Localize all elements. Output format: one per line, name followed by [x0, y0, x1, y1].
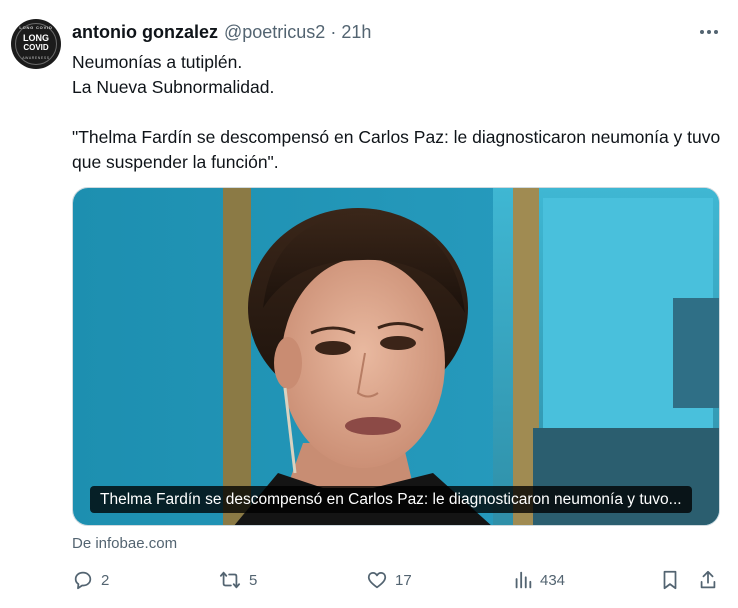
link-card[interactable]: Thelma Fardín se descompensó en Carlos P… [72, 187, 720, 526]
avatar-text-covid: COVID [23, 43, 49, 52]
avatar[interactable]: LONG COVID LONG COVID AWARENESS [11, 19, 61, 69]
retweet-count: 5 [249, 571, 258, 589]
tweet-text-line [72, 100, 722, 125]
link-source[interactable]: De infobae.com [72, 535, 177, 553]
tweet-header: antonio gonzalez @poetricus2 · 21h [72, 21, 371, 43]
ellipsis-icon [700, 30, 718, 34]
share-icon [700, 570, 716, 589]
tweet: LONG COVID LONG COVID AWARENESS antonio … [0, 0, 738, 608]
bookmark-button[interactable] [660, 566, 680, 594]
like-button[interactable]: 17 [366, 566, 412, 594]
like-count: 17 [395, 571, 412, 589]
views-icon [515, 571, 532, 589]
timestamp[interactable]: 21h [341, 21, 371, 43]
views-button[interactable]: 434 [513, 566, 565, 594]
share-button[interactable] [698, 566, 718, 594]
reply-button[interactable]: 2 [72, 566, 109, 594]
display-name[interactable]: antonio gonzalez [72, 21, 218, 43]
views-count: 434 [540, 571, 566, 589]
avatar-arc-top: LONG COVID [19, 25, 53, 30]
tweet-text-line: Neumonías a tutiplén. [72, 52, 243, 72]
reply-count: 2 [101, 571, 110, 589]
retweet-icon [219, 571, 241, 589]
action-bar: 2 5 17 434 [72, 566, 722, 594]
card-caption: Thelma Fardín se descompensó en Carlos P… [90, 486, 692, 513]
avatar-arc-bottom: AWARENESS [22, 56, 50, 60]
heart-icon [367, 571, 387, 589]
avatar-text-long: LONG [23, 33, 49, 43]
separator-dot: · [330, 22, 337, 42]
retweet-button[interactable]: 5 [218, 566, 257, 594]
more-options-button[interactable] [694, 22, 724, 42]
reply-icon [74, 571, 92, 590]
tweet-text: Neumonías a tutiplén. La Nueva Subnormal… [72, 50, 722, 175]
tweet-text-line: La Nueva Subnormalidad. [72, 77, 275, 97]
card-image [73, 188, 719, 525]
bookmark-icon [663, 570, 677, 590]
tweet-text-line: "Thelma Fardín se descompensó en Carlos … [72, 127, 721, 172]
user-handle[interactable]: @poetricus2 [224, 21, 325, 43]
